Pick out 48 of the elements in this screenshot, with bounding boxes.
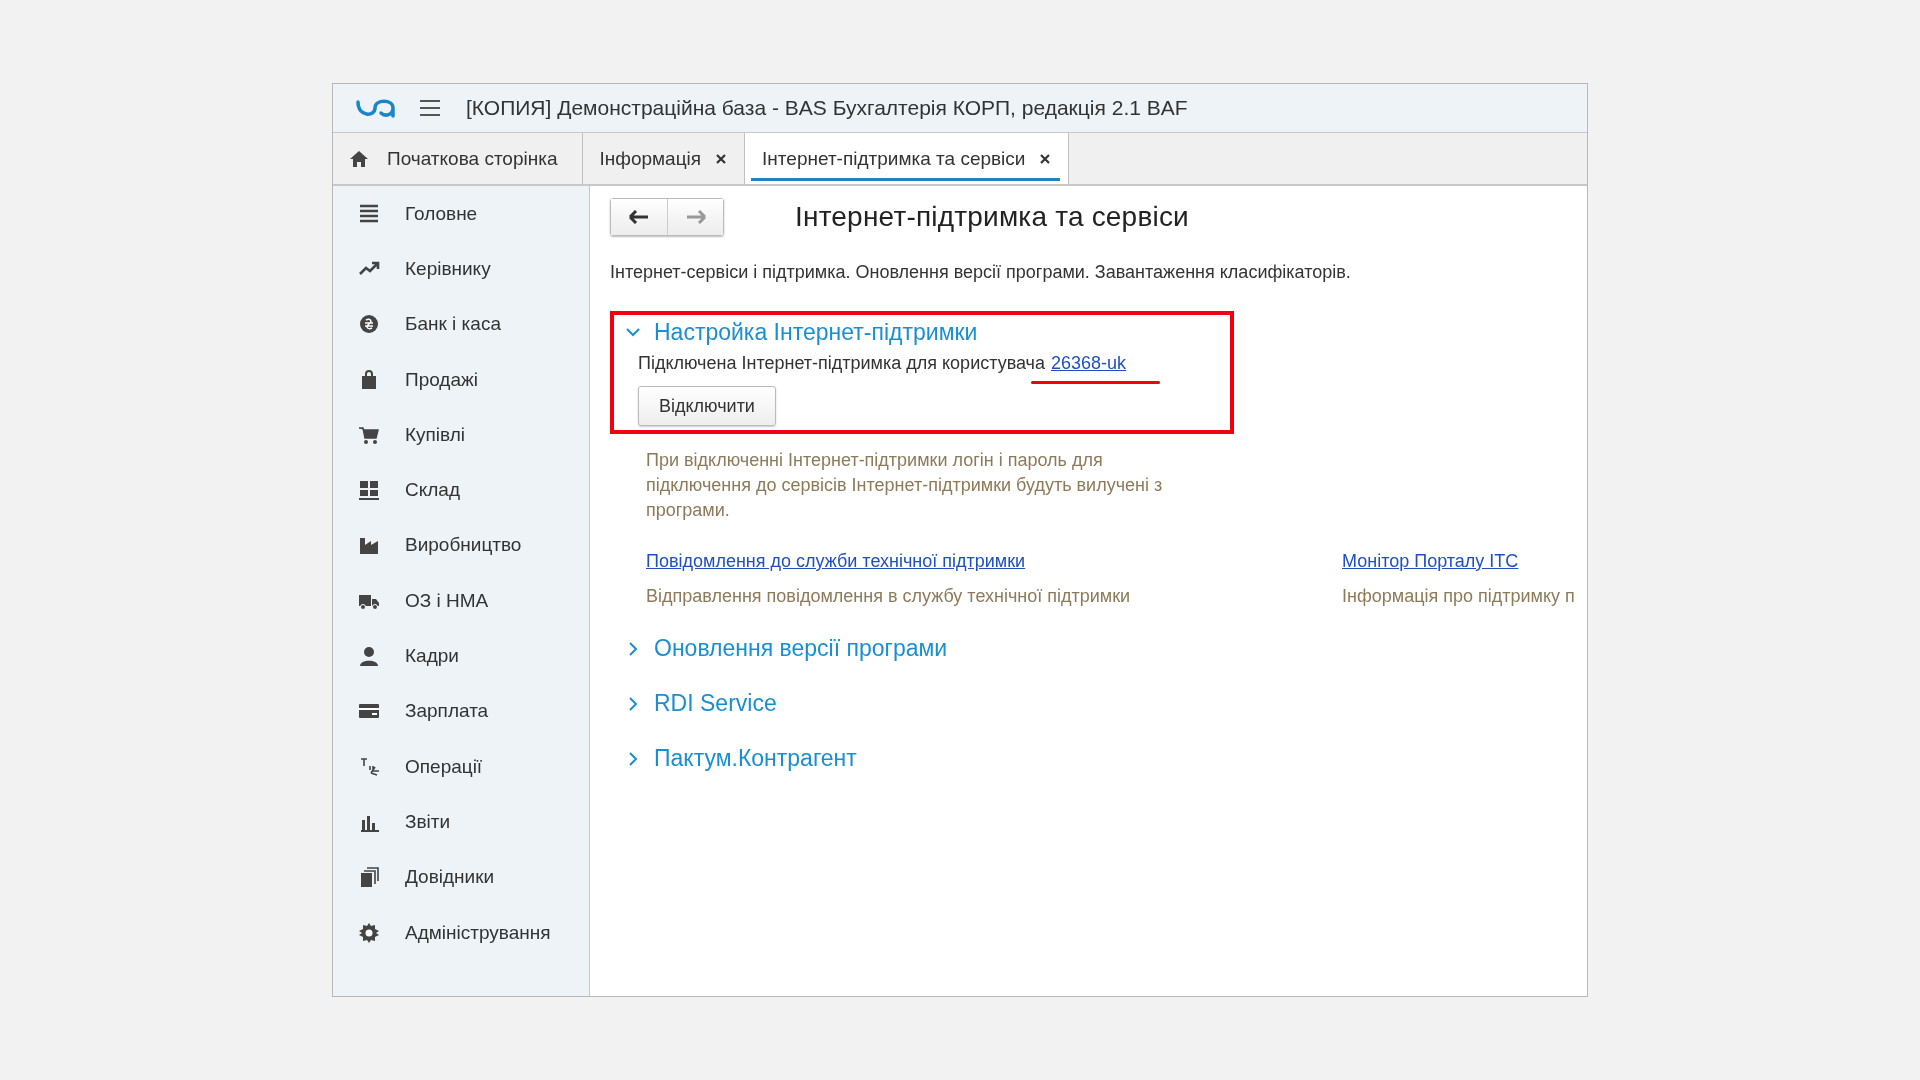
- person-icon: [358, 645, 380, 667]
- sidebar-item[interactable]: Зарплата: [333, 683, 589, 739]
- sidebar-item[interactable]: Керівнику: [333, 241, 589, 297]
- list-icon: [358, 202, 380, 225]
- back-button[interactable]: [611, 199, 667, 235]
- window-title: [КОПИЯ] Демонстраційна база - BAS Бухгалтерія КОРП, редакція 2.1 BAF: [466, 96, 1188, 120]
- sidebar-item[interactable]: Операції: [333, 738, 589, 795]
- home-icon: [349, 149, 369, 168]
- chevron-down-icon: [626, 325, 640, 339]
- sidebar-item[interactable]: Купівлі: [333, 407, 589, 463]
- disconnect-button[interactable]: Відключити: [638, 386, 776, 426]
- sidebar-item[interactable]: Головне: [333, 186, 589, 242]
- section-header[interactable]: Оновлення версії програми: [618, 621, 1193, 676]
- page-description: Інтернет-сервіси і підтримка. Оновлення версії програми. Завантаження класифікаторів.: [610, 262, 1352, 283]
- chevron-right-icon: [626, 751, 640, 766]
- chevron-right-icon: [626, 641, 640, 656]
- sidebar-item[interactable]: Банк і каса: [333, 296, 589, 352]
- grid-icon: [358, 479, 380, 502]
- section-header[interactable]: Пактум.Контрагент: [618, 731, 1193, 786]
- sidebar-item[interactable]: Довідники: [333, 849, 589, 905]
- sidebar-item[interactable]: Звіти: [333, 794, 589, 850]
- sidebar-item[interactable]: Адміністрування: [333, 904, 589, 961]
- close-icon[interactable]: [1039, 152, 1052, 165]
- tab[interactable]: Інтернет-підтримка та сервіси: [745, 133, 1070, 184]
- section-header[interactable]: Настройка Інтернет-підтримки: [614, 317, 1230, 347]
- link-description: Інформація про підтримку п: [1342, 586, 1575, 607]
- sidebar-item[interactable]: ОЗ і НМА: [333, 573, 589, 629]
- page-title: Інтернет-підтримка та сервіси: [795, 201, 1189, 233]
- sidebar-item[interactable]: Продажі: [333, 351, 589, 408]
- section-header[interactable]: RDI Service: [618, 676, 1193, 731]
- gear-icon: [358, 921, 380, 944]
- arrow-right-icon: [685, 210, 706, 224]
- user-link[interactable]: 26368-uk: [1051, 353, 1127, 373]
- chevron-right-icon: [626, 696, 640, 711]
- sidebar-item[interactable]: Кадри: [333, 628, 589, 684]
- books-icon: [358, 866, 380, 889]
- sidebar-item[interactable]: Виробництво: [333, 517, 589, 574]
- service-link[interactable]: Повідомлення до служби технічної підтримки: [646, 551, 1026, 572]
- currency-icon: [358, 313, 380, 336]
- service-link[interactable]: Монітор Порталу ІТС: [1342, 551, 1519, 572]
- menu-icon[interactable]: [419, 99, 441, 117]
- note-text: При відключенні Інтернет-підтримки логін і пароль для підключення до сервісів Інтернет-підтримки будуть вилучені з програми.: [646, 449, 1164, 522]
- tab[interactable]: Початкова сторінка: [333, 133, 583, 184]
- status-text: Підключена Інтернет-підтримка для користувача: [638, 353, 1045, 374]
- arrow-left-icon: [629, 210, 649, 224]
- link-description: Відправлення повідомлення в службу технічної підтримки: [646, 586, 1131, 607]
- sidebar-item[interactable]: Склад: [333, 462, 589, 518]
- close-icon[interactable]: [715, 152, 728, 165]
